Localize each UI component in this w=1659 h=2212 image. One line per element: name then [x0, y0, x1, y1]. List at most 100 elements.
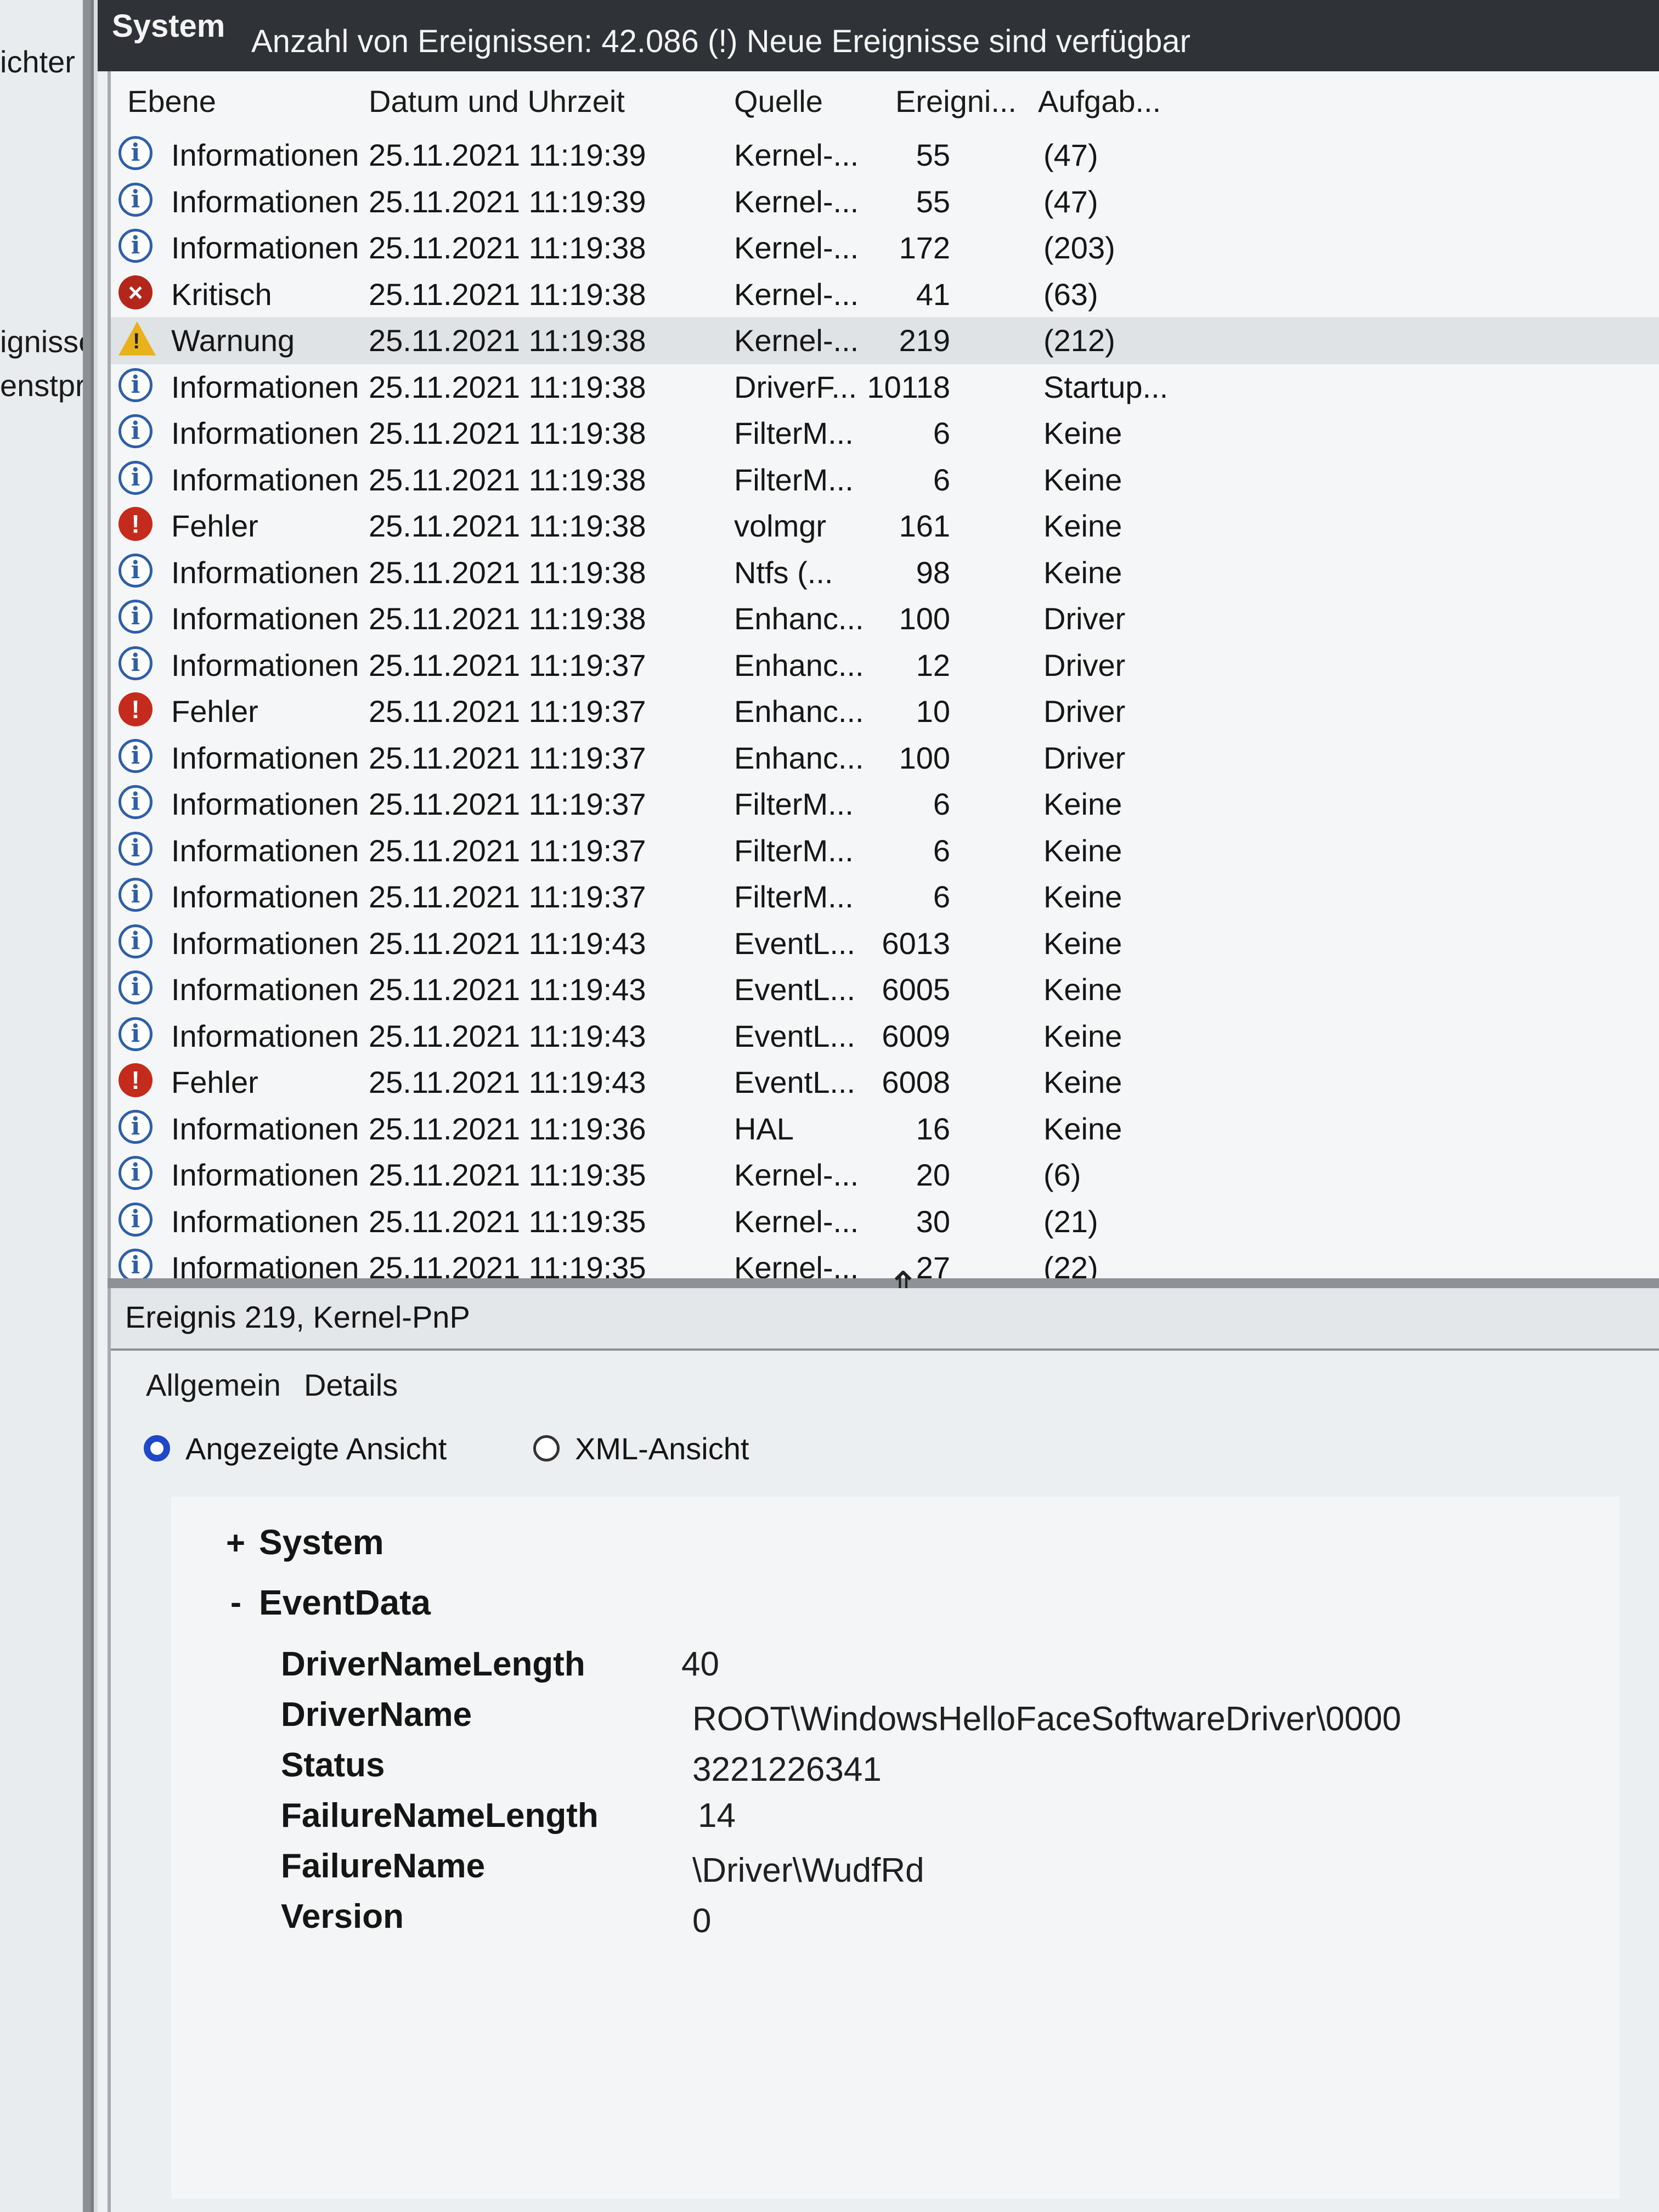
left-nav-item[interactable]: ignisse	[0, 324, 91, 359]
column-header-source[interactable]: Quelle	[734, 83, 823, 119]
cell-datetime: 25.11.2021 11:19:38	[369, 276, 646, 312]
cell-event-id: 6	[933, 416, 950, 450]
cell-task: Keine	[1043, 833, 1122, 868]
table-row[interactable]: i Informationen 25.11.2021 11:19:39 Kernel-…	[111, 132, 1659, 179]
info-icon: i	[119, 600, 153, 634]
radio-checked-icon[interactable]	[144, 1435, 170, 1462]
cell-task: (63)	[1043, 276, 1098, 312]
collapse-eventdata-toggle[interactable]: -	[230, 1583, 241, 1621]
cell-level: Informationen	[171, 833, 359, 868]
cell-level: Kritisch	[171, 276, 272, 312]
table-row[interactable]: i Informationen 25.11.2021 11:19:37 FilterM…	[111, 827, 1659, 874]
cell-event-id: 6	[933, 833, 950, 868]
table-row[interactable]: ! Fehler 25.11.2021 11:19:43 EventL... 6008 K…	[111, 1059, 1659, 1106]
column-header-datetime[interactable]: Datum und Uhrzeit	[369, 83, 625, 119]
table-row[interactable]: i Informationen 25.11.2021 11:19:39 Kernel-…	[111, 178, 1659, 225]
cell-event-id: 30	[916, 1204, 950, 1239]
radio-unchecked-icon[interactable]	[533, 1435, 560, 1462]
column-header-task[interactable]: Aufgab...	[1038, 83, 1161, 119]
table-row[interactable]: i Informationen 25.11.2021 11:19:37 Enhanc.…	[111, 642, 1659, 689]
cell-level: Informationen	[171, 601, 359, 636]
radio-xml-label: XML-Ansicht	[575, 1431, 749, 1466]
info-icon: i	[119, 878, 153, 912]
field-key: Status	[281, 1746, 385, 1784]
field-value: 40	[681, 1645, 719, 1683]
cell-event-id: 100	[899, 601, 950, 636]
table-row[interactable]: i Informationen 25.11.2021 11:19:38 Kernel-…	[111, 224, 1659, 272]
cell-task: Keine	[1043, 787, 1122, 821]
cell-datetime: 25.11.2021 11:19:38	[369, 555, 646, 590]
table-row[interactable]: i Informationen 25.11.2021 11:19:38 FilterM…	[111, 456, 1659, 504]
cell-level: Informationen	[171, 1250, 359, 1278]
cell-event-id: 6	[933, 879, 950, 914]
cell-task: Keine	[1043, 555, 1122, 590]
table-row[interactable]: i Informationen 25.11.2021 11:19:35 Kernel-…	[111, 1198, 1659, 1245]
info-icon: i	[119, 182, 153, 217]
table-row[interactable]: i Informationen 25.11.2021 11:19:43 EventL.…	[111, 966, 1659, 1013]
cell-level: Informationen	[171, 1158, 359, 1192]
cell-level: Informationen	[171, 647, 359, 682]
critical-icon: ×	[119, 275, 153, 309]
left-nav-item[interactable]: enstpro	[0, 368, 91, 403]
cell-datetime: 25.11.2021 11:19:37	[369, 787, 646, 821]
cell-task: Driver	[1043, 694, 1126, 729]
tree-node-system[interactable]: System	[259, 1522, 384, 1562]
tree-node-eventdata[interactable]: EventData	[259, 1582, 431, 1623]
cell-level: Fehler	[171, 694, 258, 729]
cell-event-id: 161	[899, 509, 950, 543]
cell-datetime: 25.11.2021 11:19:37	[369, 740, 646, 775]
left-navigation-pane: ichter ignisse enstpro	[0, 0, 94, 2212]
table-row[interactable]: i Informationen 25.11.2021 11:19:37 FilterM…	[111, 873, 1659, 921]
table-row[interactable]: i Informationen 25.11.2021 11:19:38 FilterM…	[111, 410, 1659, 457]
cell-event-id: 6	[933, 787, 950, 821]
table-row[interactable]: i Informationen 25.11.2021 11:19:38 Ntfs (.…	[111, 549, 1659, 596]
error-icon: !	[119, 692, 153, 726]
cell-task: (21)	[1043, 1204, 1098, 1239]
info-icon: i	[119, 738, 153, 773]
cell-level: Fehler	[171, 1065, 258, 1099]
table-row[interactable]: × Kritisch 25.11.2021 11:19:38 Kernel-... 41…	[111, 271, 1659, 318]
expand-system-toggle[interactable]: +	[226, 1524, 245, 1562]
cell-datetime: 25.11.2021 11:19:35	[369, 1158, 646, 1192]
table-row[interactable]: i Informationen 25.11.2021 11:19:35 Kernel-…	[111, 1152, 1659, 1199]
tab-general[interactable]: Allgemein	[146, 1367, 281, 1403]
cell-task: (6)	[1043, 1158, 1081, 1192]
cell-event-id: 10	[916, 694, 950, 729]
table-row[interactable]: i Informationen 25.11.2021 11:19:35 Kernel-…	[111, 1244, 1659, 1278]
info-icon: i	[119, 1109, 153, 1144]
cell-datetime: 25.11.2021 11:19:37	[369, 647, 646, 682]
table-row[interactable]: i Informationen 25.11.2021 11:19:37 Enhanc.…	[111, 735, 1659, 782]
field-value: \Driver\WudfRd	[692, 1852, 924, 1889]
cell-source: HAL	[734, 1111, 794, 1146]
cell-event-id: 219	[899, 323, 950, 358]
cell-task: Keine	[1043, 416, 1122, 450]
table-row[interactable]: ! Fehler 25.11.2021 11:19:38 volmgr 161 Keine	[111, 503, 1659, 550]
cell-task: Keine	[1043, 1065, 1122, 1099]
field-key: FailureNameLength	[281, 1797, 599, 1835]
pane-splitter[interactable]: ⇕	[108, 1265, 1659, 1308]
tab-details[interactable]: Details	[304, 1367, 398, 1403]
cell-task: Keine	[1043, 926, 1122, 961]
column-header-level[interactable]: Ebene	[127, 83, 216, 119]
cell-task: Keine	[1043, 879, 1122, 914]
table-row[interactable]: ! Warnung 25.11.2021 11:19:38 Kernel-... 219…	[111, 317, 1659, 364]
table-row[interactable]: i Informationen 25.11.2021 11:19:38 Enhanc.…	[111, 595, 1659, 642]
error-icon: !	[119, 1063, 153, 1097]
table-row[interactable]: ! Fehler 25.11.2021 11:19:37 Enhanc... 10 Dri…	[111, 688, 1659, 735]
event-data-view: + System - EventData DriverNameLength 40 D…	[171, 1497, 1620, 2199]
cell-source: Ntfs (...	[734, 555, 833, 590]
cell-source: volmgr	[734, 509, 827, 543]
column-header-event-id[interactable]: Ereigni...	[895, 83, 1017, 119]
error-icon: !	[119, 507, 153, 541]
cell-task: (47)	[1043, 138, 1098, 172]
table-row[interactable]: i Informationen 25.11.2021 11:19:38 DriverF…	[111, 364, 1659, 411]
cell-level: Informationen	[171, 879, 359, 914]
cell-task: Startup...	[1043, 369, 1169, 404]
table-row[interactable]: i Informationen 25.11.2021 11:19:37 FilterM…	[111, 781, 1659, 828]
left-nav-item[interactable]: ichter	[0, 44, 75, 80]
table-row[interactable]: i Informationen 25.11.2021 11:19:43 EventL.…	[111, 1013, 1659, 1060]
cell-level: Informationen	[171, 138, 359, 172]
table-row[interactable]: i Informationen 25.11.2021 11:19:36 HAL 16 Ke…	[111, 1105, 1659, 1153]
table-row[interactable]: i Informationen 25.11.2021 11:19:43 EventL.…	[111, 920, 1659, 967]
event-list[interactable]: Ebene Datum und Uhrzeit Quelle Ereigni..…	[108, 71, 1659, 1278]
